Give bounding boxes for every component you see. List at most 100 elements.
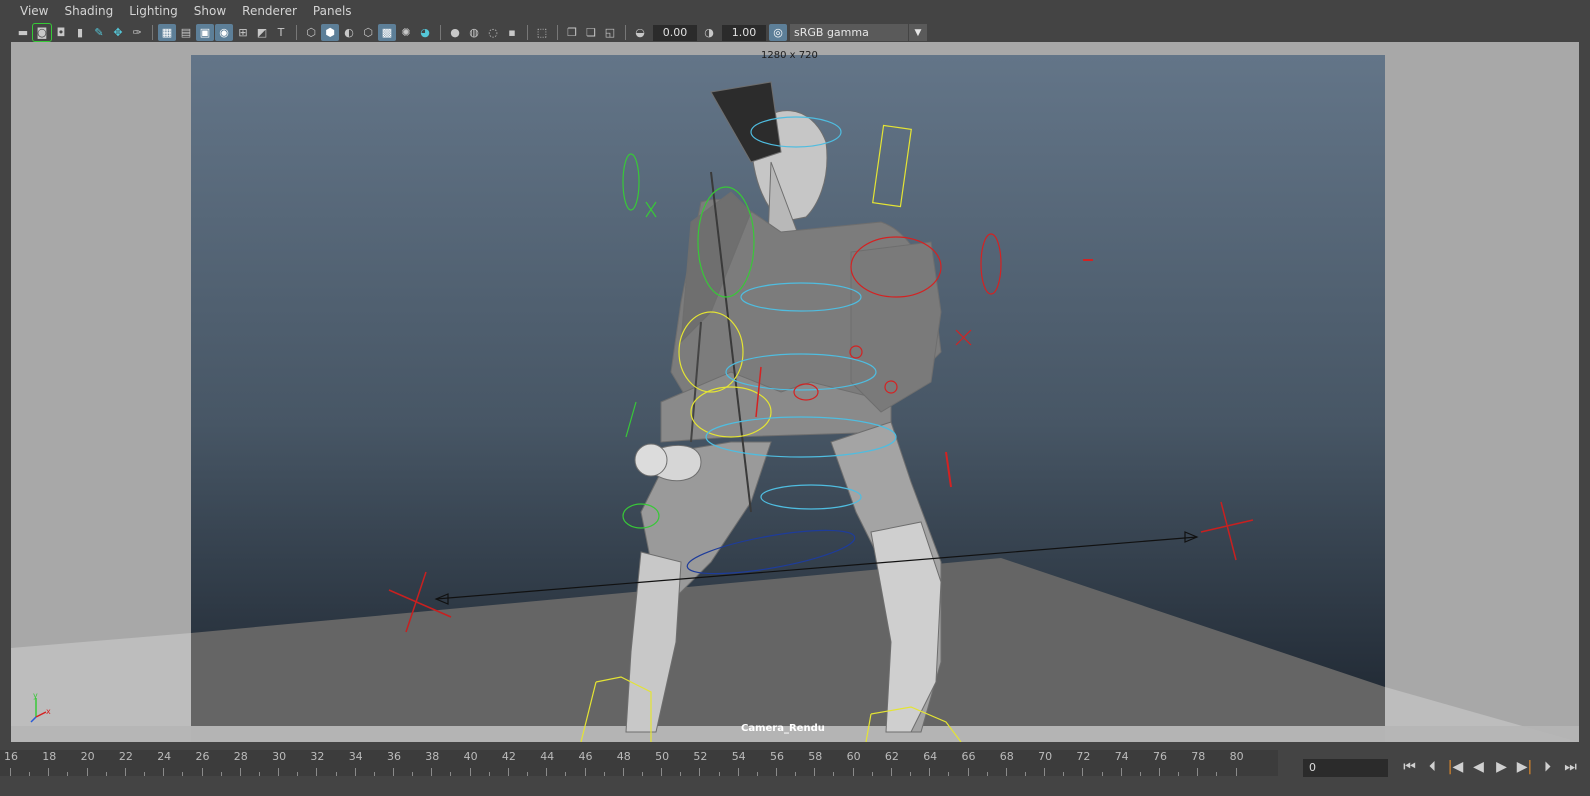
screen-space-ao-icon[interactable]: ● bbox=[446, 24, 464, 41]
menu-lighting[interactable]: Lighting bbox=[121, 0, 186, 22]
time-tick-minor bbox=[144, 772, 146, 776]
time-tick bbox=[1197, 768, 1199, 776]
menu-shading[interactable]: Shading bbox=[56, 0, 121, 22]
time-tick bbox=[86, 768, 88, 776]
bookmark-icon[interactable]: ▮ bbox=[71, 24, 89, 41]
time-tick-minor bbox=[1101, 772, 1103, 776]
toolbar-divider bbox=[557, 25, 558, 40]
multisample-aa-icon[interactable]: ◌ bbox=[484, 24, 502, 41]
time-tick bbox=[124, 768, 126, 776]
exposure-field[interactable]: 0.00 bbox=[653, 24, 697, 41]
isolate-select-icon[interactable]: ⬚ bbox=[533, 24, 551, 41]
play-forward-icon[interactable]: ▶ bbox=[1490, 757, 1513, 777]
camera-select-icon[interactable]: ▬ bbox=[14, 24, 32, 41]
image-plane-icon[interactable]: ✥ bbox=[109, 24, 127, 41]
time-tick-label: 34 bbox=[348, 750, 363, 763]
use-lights-icon[interactable]: ✺ bbox=[397, 24, 415, 41]
paint-icon[interactable]: ✑ bbox=[128, 24, 146, 41]
wireframe-icon[interactable]: ⬡ bbox=[302, 24, 320, 41]
time-tick-label: 58 bbox=[808, 750, 823, 763]
step-forward-key-icon[interactable]: ⏵ bbox=[1536, 757, 1559, 777]
resolution-gate-icon[interactable]: ▣ bbox=[196, 24, 214, 41]
time-tick-label: 54 bbox=[731, 750, 746, 763]
toolbar-divider bbox=[152, 25, 153, 40]
time-ruler[interactable]: 16 18 20 22 24 26 28 30 32 34 36 38 40 42 44 46 48 50 52 54… bbox=[0, 750, 1278, 776]
gamma-field[interactable]: 1.00 bbox=[722, 24, 766, 41]
go-to-end-icon[interactable]: ⏭ bbox=[1559, 757, 1582, 777]
safe-action-icon[interactable]: ◩ bbox=[253, 24, 271, 41]
motion-blur-icon[interactable]: ◍ bbox=[465, 24, 483, 41]
step-back-key-icon[interactable]: ⏴ bbox=[1421, 757, 1444, 777]
xray-active-icon[interactable]: ❐ bbox=[563, 24, 581, 41]
time-tick bbox=[278, 768, 280, 776]
time-tick-label: 52 bbox=[693, 750, 708, 763]
time-tick-minor bbox=[641, 772, 643, 776]
play-backward-icon[interactable]: ◀ bbox=[1467, 757, 1490, 777]
textured-icon[interactable]: ⬡ bbox=[359, 24, 377, 41]
camera-name-label: Camera_Rendu bbox=[741, 723, 825, 734]
time-tick-label: 26 bbox=[195, 750, 210, 763]
go-to-start-icon[interactable]: ⏮ bbox=[1398, 757, 1421, 777]
gate-mask-icon[interactable]: ◉ bbox=[215, 24, 233, 41]
time-tick-label: 68 bbox=[999, 750, 1014, 763]
time-tick bbox=[929, 768, 931, 776]
shadows-icon[interactable]: ◕ bbox=[416, 24, 434, 41]
gamma-icon[interactable]: ◑ bbox=[700, 24, 718, 41]
time-tick bbox=[1005, 768, 1007, 776]
field-chart-icon[interactable]: ⊞ bbox=[234, 24, 252, 41]
time-tick bbox=[1120, 768, 1122, 776]
time-tick-label: 42 bbox=[501, 750, 516, 763]
backface-icon[interactable]: ◱ bbox=[601, 24, 619, 41]
depth-of-field-icon[interactable]: ▪ bbox=[503, 24, 521, 41]
time-tick-minor bbox=[105, 772, 107, 776]
time-tick-minor bbox=[182, 772, 184, 776]
time-tick-minor bbox=[297, 772, 299, 776]
time-tick bbox=[201, 768, 203, 776]
menu-panels[interactable]: Panels bbox=[305, 0, 360, 22]
default-material-icon[interactable]: ◐ bbox=[340, 24, 358, 41]
time-tick bbox=[546, 768, 548, 776]
time-tick-label: 64 bbox=[923, 750, 938, 763]
time-tick-minor bbox=[1216, 772, 1218, 776]
step-forward-frame-icon[interactable]: ▶ | bbox=[1513, 757, 1536, 777]
color-management-icon[interactable]: ◎ bbox=[769, 24, 787, 41]
grid-icon[interactable]: ▦ bbox=[158, 24, 176, 41]
film-gate-icon[interactable]: ◘ bbox=[52, 24, 70, 41]
step-back-frame-icon[interactable]: | ◀ bbox=[1444, 757, 1467, 777]
xray-icon[interactable]: ▩ bbox=[378, 24, 396, 41]
time-tick bbox=[852, 768, 854, 776]
svg-text:x: x bbox=[46, 707, 51, 716]
time-tick-minor bbox=[488, 772, 490, 776]
time-tick-minor bbox=[527, 772, 529, 776]
smooth-shade-icon[interactable]: ⬢ bbox=[321, 24, 339, 41]
time-tick-minor bbox=[1063, 772, 1065, 776]
3d-viewport[interactable]: x y 1280 x 720 Camera_Rendu bbox=[11, 42, 1579, 742]
time-tick bbox=[584, 768, 586, 776]
camera-attributes-icon[interactable]: ◙ bbox=[32, 23, 52, 42]
exposure-icon[interactable]: ◒ bbox=[631, 24, 649, 41]
time-tick-minor bbox=[67, 772, 69, 776]
time-tick-label: 24 bbox=[157, 750, 172, 763]
time-tick-label: 72 bbox=[1076, 750, 1091, 763]
time-tick-label: 30 bbox=[272, 750, 287, 763]
time-tick-minor bbox=[1178, 772, 1180, 776]
time-tick-label: 40 bbox=[463, 750, 478, 763]
xray-joints-icon[interactable]: ❏ bbox=[582, 24, 600, 41]
menu-view[interactable]: View bbox=[12, 0, 56, 22]
menu-renderer[interactable]: Renderer bbox=[234, 0, 305, 22]
time-tick-label: 32 bbox=[310, 750, 325, 763]
film-gate-toggle-icon[interactable]: ▤ bbox=[177, 24, 195, 41]
current-frame-field[interactable]: 0 bbox=[1303, 759, 1388, 777]
menu-show[interactable]: Show bbox=[186, 0, 234, 22]
colorspace-dropdown[interactable]: sRGB gamma bbox=[790, 24, 908, 41]
time-tick bbox=[507, 768, 509, 776]
time-tick-minor bbox=[258, 772, 260, 776]
grease-pencil-icon[interactable]: ✎ bbox=[90, 24, 108, 41]
chevron-down-icon[interactable]: ▼ bbox=[909, 24, 927, 41]
safe-title-icon[interactable]: T bbox=[272, 24, 290, 41]
time-tick-minor bbox=[986, 772, 988, 776]
time-tick bbox=[1044, 768, 1046, 776]
panel-toolbar: ▬ ◙ ◘ ▮ ✎ ✥ ✑ ▦ ▤ ▣ ◉ ⊞ ◩ T ⬡ ⬢ ◐ ⬡ ▩ ✺ … bbox=[0, 22, 1590, 43]
time-tick-label: 20 bbox=[80, 750, 95, 763]
time-tick-minor bbox=[948, 772, 950, 776]
